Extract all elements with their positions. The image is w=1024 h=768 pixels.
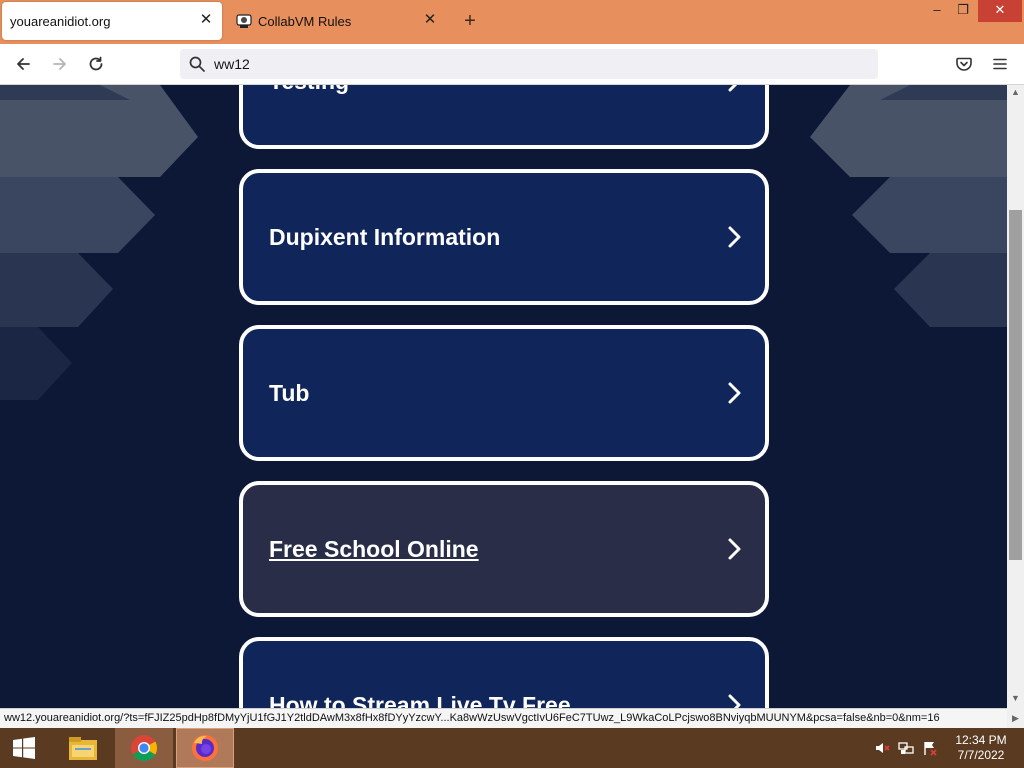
pocket-icon[interactable] (953, 53, 975, 75)
system-clock[interactable]: 12:34 PM 7/7/2022 (946, 733, 1016, 763)
link-preview-status-bar: ww12.youareanidiot.org/?ts=fFJIZ25pdHp8f… (0, 708, 1007, 728)
page-content: Testing Dupixent Information Tub Free Sc… (0, 85, 1007, 708)
file-explorer-icon[interactable] (54, 728, 112, 768)
card-label: Dupixent Information (269, 223, 501, 250)
maximize-button[interactable]: ❐ (948, 0, 978, 22)
url-bar[interactable] (180, 49, 878, 79)
windows-start-icon[interactable] (0, 728, 48, 768)
scroll-right-arrow-icon[interactable]: ▶ (1007, 708, 1024, 728)
card-testing[interactable]: Testing (239, 85, 769, 149)
chrome-icon[interactable] (115, 728, 173, 768)
scroll-up-arrow-icon[interactable]: ▲ (1011, 87, 1020, 97)
back-arrow-icon[interactable] (12, 53, 34, 75)
card-free-school-online[interactable]: Free School Online (239, 481, 769, 617)
vertical-scrollbar[interactable]: ▲ ▼ (1007, 85, 1024, 708)
collabvm-favicon-icon (236, 14, 252, 28)
close-tab-icon[interactable]: ✕ (198, 12, 214, 28)
firefox-icon[interactable] (176, 728, 234, 768)
reload-icon[interactable] (85, 53, 107, 75)
tab-strip: youareanidiot.org ✕ CollabVM Rules ✕ + –… (0, 0, 1024, 44)
chevron-right-icon (728, 85, 738, 92)
card-label: Testing (269, 85, 349, 95)
new-tab-button[interactable]: + (458, 10, 482, 34)
tab-collabvm-rules[interactable]: CollabVM Rules ✕ (226, 2, 446, 40)
card-tub[interactable]: Tub (239, 325, 769, 461)
scroll-down-arrow-icon[interactable]: ▼ (1011, 693, 1020, 703)
tab-title: CollabVM Rules (258, 13, 352, 29)
chevron-right-icon (728, 226, 741, 248)
windows-taskbar: 12:34 PM 7/7/2022 (0, 728, 1024, 768)
chevron-right-icon (728, 538, 741, 560)
close-window-button[interactable]: ✕ (978, 0, 1022, 22)
scrollbar-thumb[interactable] (1009, 210, 1022, 560)
navigation-bar (0, 44, 1024, 85)
chevron-right-icon (728, 382, 741, 404)
network-icon[interactable] (898, 740, 914, 756)
chevron-right-icon (728, 694, 741, 708)
card-dupixent-information[interactable]: Dupixent Information (239, 169, 769, 305)
card-label: Free School Online (269, 535, 479, 562)
clock-time: 12:34 PM (955, 733, 1007, 747)
card-label: Tub (269, 379, 310, 406)
speaker-muted-icon[interactable] (874, 740, 890, 756)
action-center-flag-icon[interactable] (922, 740, 938, 756)
close-tab-icon[interactable]: ✕ (422, 12, 438, 28)
search-icon (189, 56, 205, 72)
card-how-to-stream-live-tv-free[interactable]: How to Stream Live Tv Free (239, 637, 769, 708)
clock-date: 7/7/2022 (957, 748, 1005, 762)
tab-youareanidiot[interactable]: youareanidiot.org ✕ (2, 2, 222, 40)
url-input[interactable] (214, 53, 854, 75)
forward-arrow-icon[interactable] (49, 53, 71, 75)
card-label: How to Stream Live Tv Free (269, 691, 571, 709)
tab-title: youareanidiot.org (10, 13, 111, 29)
hamburger-menu-icon[interactable] (989, 53, 1011, 75)
